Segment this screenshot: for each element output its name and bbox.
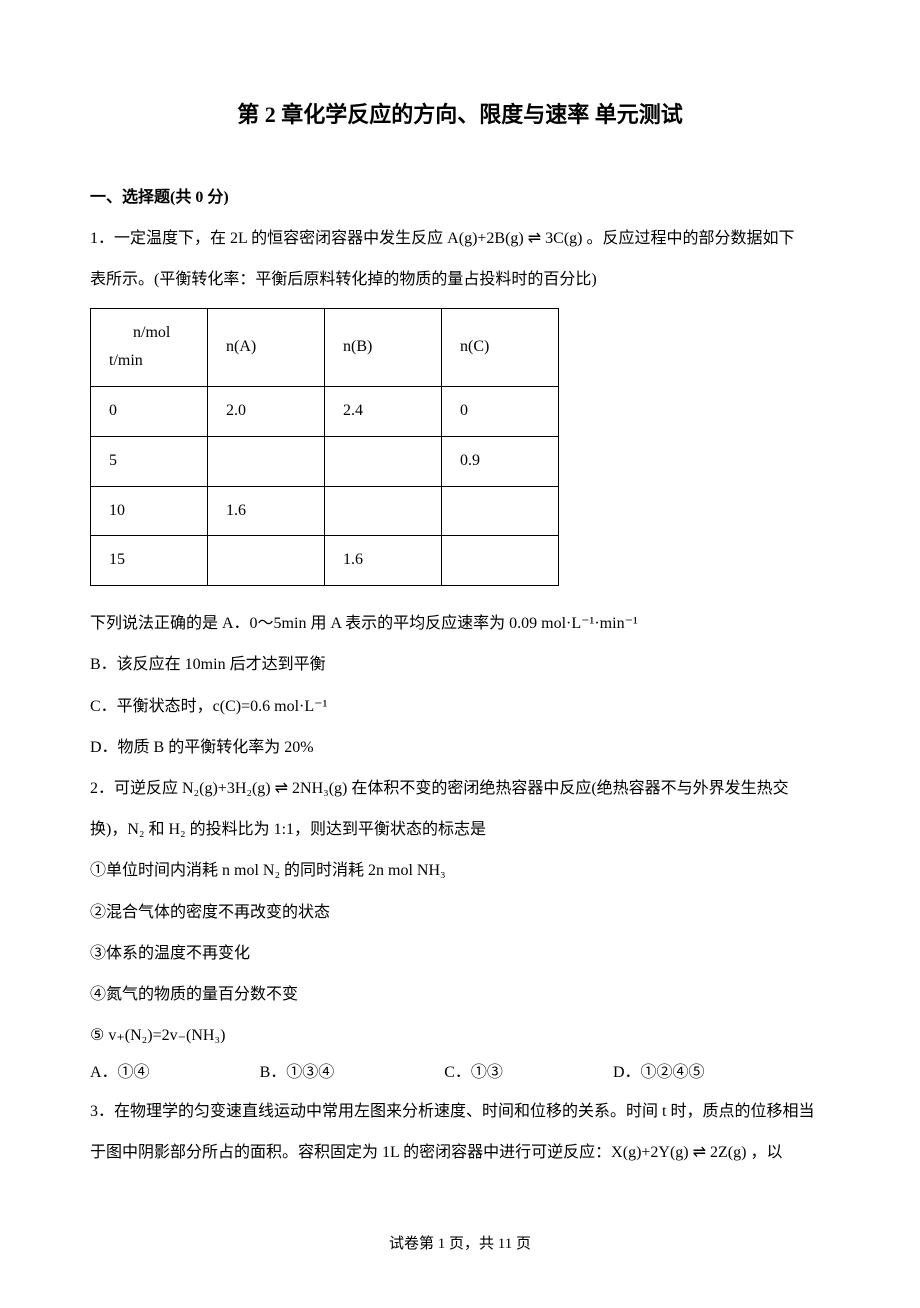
q1-intro-a: 1．一定温度下，在 2L 的恒容密闭容器中发生反应 A(g)+2B(g) ⇌ 3… [90, 221, 830, 256]
q2-option-c: C．①③ [444, 1059, 503, 1088]
table-cell: 1.6 [325, 536, 442, 586]
table-row: 0 2.0 2.4 0 [91, 387, 559, 437]
table-cell: 2.0 [208, 387, 325, 437]
table-cell [208, 536, 325, 586]
q1-option-d: D．物质 B 的平衡转化率为 20% [90, 730, 830, 765]
q2-cond1: ①单位时间内消耗 n mol N₂ 的同时消耗 2n mol NH₃ [90, 853, 830, 888]
table-cell: 1.6 [208, 486, 325, 536]
table-header-cell: n(C) [442, 308, 559, 387]
table-cell [325, 436, 442, 486]
table-cell: 0.9 [442, 436, 559, 486]
q2-option-b: B．①③④ [260, 1059, 335, 1088]
section-heading: 一、选择题(共 0 分) [90, 184, 830, 213]
table-cell [325, 486, 442, 536]
page-footer: 试卷第 1 页，共 11 页 [90, 1231, 830, 1258]
table-cell: 2.4 [325, 387, 442, 437]
q3-line1: 3．在物理学的匀变速直线运动中常用左图来分析速度、时间和位移的关系。时间 t 时… [90, 1094, 830, 1129]
table-row: n/mol t/min n(A) n(B) n(C) [91, 308, 559, 387]
q1-option-b: B．该反应在 10min 后才达到平衡 [90, 647, 830, 682]
table-cell [442, 486, 559, 536]
table-cell: 5 [91, 436, 208, 486]
q2-line1: 2．可逆反应 N₂(g)+3H₂(g) ⇌ 2NH₃(g) 在体积不变的密闭绝热… [90, 771, 830, 806]
q1-table: n/mol t/min n(A) n(B) n(C) 0 2.0 2.4 0 5… [90, 308, 559, 587]
table-cell: 10 [91, 486, 208, 536]
q2-option-d: D．①②④⑤ [613, 1059, 705, 1088]
table-header-cell: n(A) [208, 308, 325, 387]
table-cell: 0 [91, 387, 208, 437]
q2-cond3: ③体系的温度不再变化 [90, 936, 830, 971]
table-row: 5 0.9 [91, 436, 559, 486]
q1-intro-b: 表所示。(平衡转化率：平衡后原料转化掉的物质的量占投料时的百分比) [90, 262, 830, 297]
table-row: 10 1.6 [91, 486, 559, 536]
q2-line2: 换)，N₂ 和 H₂ 的投料比为 1:1，则达到平衡状态的标志是 [90, 812, 830, 847]
q1-option-c: C．平衡状态时，c(C)=0.6 mol·L⁻¹ [90, 689, 830, 724]
table-header-cell: n/mol t/min [91, 308, 208, 387]
q2-options: A．①④ B．①③④ C．①③ D．①②④⑤ [90, 1059, 830, 1088]
page-title: 第 2 章化学反应的方向、限度与速率 单元测试 [90, 95, 830, 135]
q2-option-a: A．①④ [90, 1059, 150, 1088]
table-cell: 15 [91, 536, 208, 586]
q2-cond2: ②混合气体的密度不再改变的状态 [90, 895, 830, 930]
table-cell [442, 536, 559, 586]
q3-line2: 于图中阴影部分所占的面积。容积固定为 1L 的密闭容器中进行可逆反应：X(g)+… [90, 1135, 830, 1170]
table-cell [208, 436, 325, 486]
table-header-cell: n(B) [325, 308, 442, 387]
q1-stem: 下列说法正确的是 A．0～5min 用 A 表示的平均反应速率为 0.09 mo… [90, 606, 830, 641]
q2-cond5: ⑤ v₊(N₂)=2v₋(NH₃) [90, 1018, 830, 1053]
table-cell: 0 [442, 387, 559, 437]
table-row: 15 1.6 [91, 536, 559, 586]
q2-cond4: ④氮气的物质的量百分数不变 [90, 977, 830, 1012]
